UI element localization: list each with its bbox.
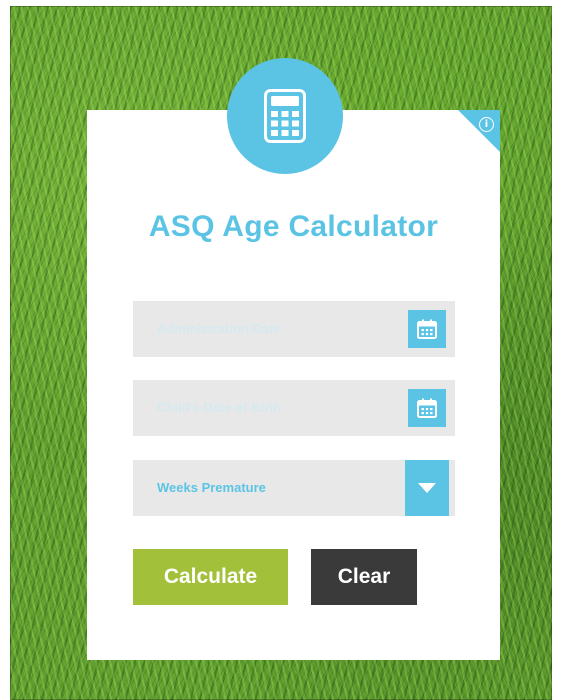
clear-button[interactable]: Clear xyxy=(311,549,417,605)
child-dob-placeholder: Child's Date of Birth xyxy=(157,400,282,415)
administration-date-field[interactable]: Administration Date xyxy=(133,301,455,357)
chevron-down-icon xyxy=(418,483,436,493)
child-dob-field[interactable]: Child's Date of Birth xyxy=(133,380,455,436)
calendar-button-bg[interactable] xyxy=(408,389,446,427)
info-icon[interactable]: i xyxy=(479,117,494,132)
calendar-button-bg[interactable] xyxy=(408,310,446,348)
weeks-premature-value: Weeks Premature xyxy=(157,480,266,495)
weeks-premature-select[interactable]: Weeks Premature xyxy=(133,460,455,516)
calendar-icon xyxy=(417,319,437,339)
administration-date-picker-button[interactable] xyxy=(399,301,455,357)
weeks-premature-dropdown-button[interactable] xyxy=(399,460,455,516)
page-title: ASQ Age Calculator xyxy=(148,210,439,243)
calculate-button[interactable]: Calculate xyxy=(133,549,288,605)
child-dob-picker-button[interactable] xyxy=(399,380,455,436)
calculator-icon xyxy=(264,89,306,143)
dropdown-button-bg[interactable] xyxy=(405,460,449,516)
administration-date-placeholder: Administration Date xyxy=(157,321,281,336)
calculator-badge xyxy=(227,58,343,174)
info-corner[interactable] xyxy=(458,110,500,152)
calendar-icon xyxy=(417,398,437,418)
